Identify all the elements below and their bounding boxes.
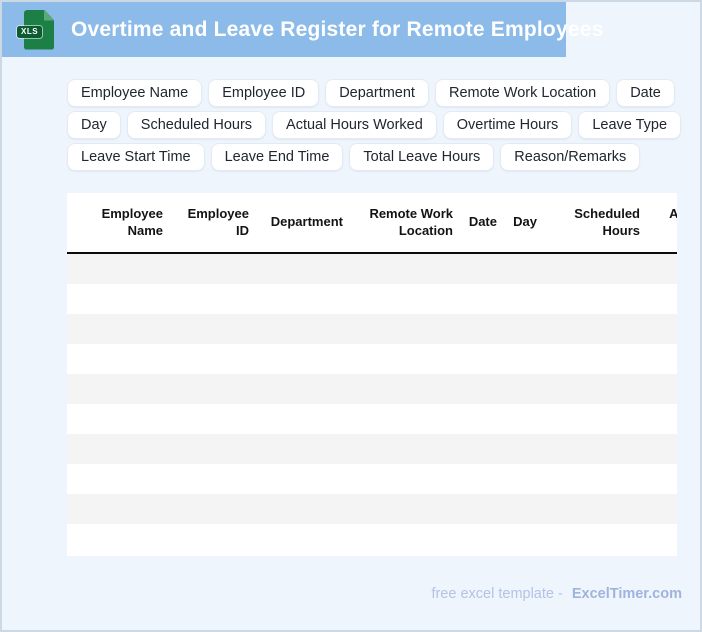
col-header-scheduled-hours: Scheduled Hours xyxy=(574,205,640,238)
chip-leave-start-time[interactable]: Leave Start Time xyxy=(67,143,205,171)
chip-remote-work-location[interactable]: Remote Work Location xyxy=(434,79,611,107)
col-header-employee-name: Employee Name xyxy=(101,205,163,238)
table-body xyxy=(67,254,677,554)
chip-employee-name[interactable]: Employee Name xyxy=(67,79,203,107)
table-row xyxy=(67,344,677,374)
xls-badge: XLS xyxy=(17,25,43,38)
table-row xyxy=(67,464,677,494)
chip-reason-remarks[interactable]: Reason/Remarks xyxy=(500,143,641,171)
footer: free excel template - ExcelTimer.com xyxy=(431,586,682,602)
table-row xyxy=(67,494,677,524)
col-header-date: Date xyxy=(468,214,497,230)
field-chip-list: Employee Name Employee ID Department Rem… xyxy=(67,79,700,171)
chip-day[interactable]: Day xyxy=(67,111,121,139)
table-row xyxy=(67,434,677,464)
register-table: Employee Name Employee ID Department Rem… xyxy=(67,193,677,252)
col-header-actual-hours-worked: Actual Hours Worked xyxy=(648,193,677,252)
chip-actual-hours-worked[interactable]: Actual Hours Worked xyxy=(272,111,437,139)
table-header-row: Employee Name Employee ID Department Rem… xyxy=(67,193,677,254)
register-table-card: Employee Name Employee ID Department Rem… xyxy=(67,193,677,556)
chip-leave-end-time[interactable]: Leave End Time xyxy=(210,143,344,171)
table-row xyxy=(67,314,677,344)
col-header-employee-id: Employee ID xyxy=(187,205,249,238)
footer-brand-link[interactable]: ExcelTimer.com xyxy=(572,586,682,602)
xls-file-icon: XLS xyxy=(17,9,54,51)
chip-employee-id[interactable]: Employee ID xyxy=(208,79,320,107)
header-banner: XLS Overtime and Leave Register for Remo… xyxy=(2,2,603,57)
table-row xyxy=(67,374,677,404)
chip-department[interactable]: Department xyxy=(325,79,429,107)
chip-date[interactable]: Date xyxy=(616,79,675,107)
col-header-day: Day xyxy=(513,214,537,230)
footer-tagline: free excel template - xyxy=(431,586,563,602)
table-row xyxy=(67,404,677,434)
chip-leave-type[interactable]: Leave Type xyxy=(578,111,682,139)
table-row xyxy=(67,284,677,314)
table-row xyxy=(67,524,677,554)
table-row xyxy=(67,254,677,284)
col-header-remote-work-location: Remote Work Location xyxy=(369,205,453,238)
template-preview-page: XLS Overtime and Leave Register for Remo… xyxy=(0,0,702,632)
page-title: Overtime and Leave Register for Remote E… xyxy=(71,17,604,41)
chip-scheduled-hours[interactable]: Scheduled Hours xyxy=(126,111,267,139)
col-header-department: Department xyxy=(270,214,343,230)
chip-total-leave-hours[interactable]: Total Leave Hours xyxy=(349,143,495,171)
chip-overtime-hours[interactable]: Overtime Hours xyxy=(442,111,573,139)
